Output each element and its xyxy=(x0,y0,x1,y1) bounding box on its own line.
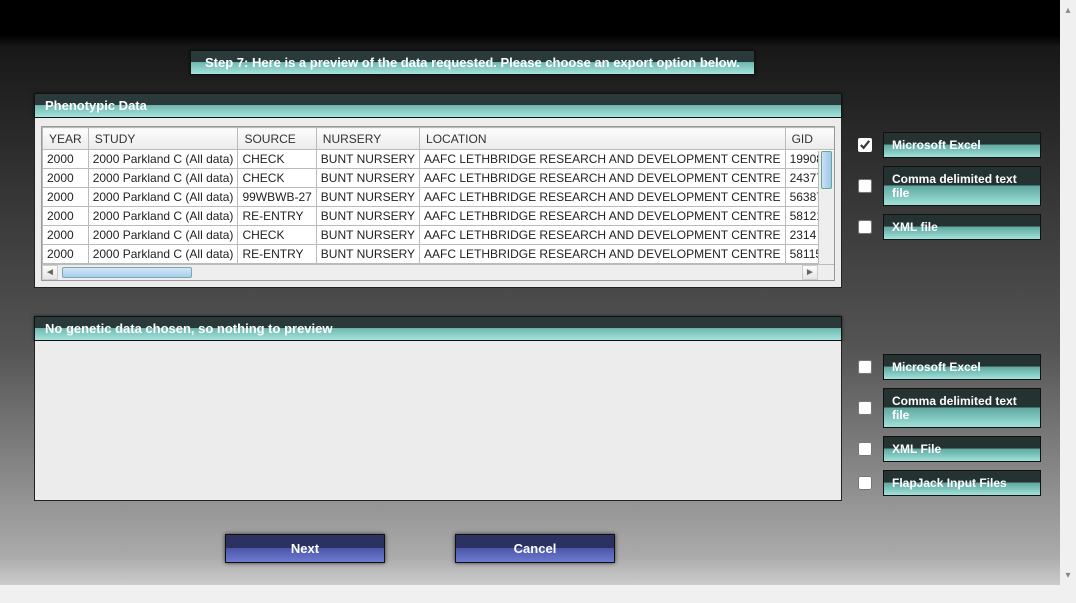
cell-location: AAFC LETHBRIDGE RESEARCH AND DEVELOPMENT… xyxy=(420,188,786,207)
export-checkbox[interactable] xyxy=(858,220,872,234)
cell-source: CHECK xyxy=(238,169,316,188)
table-row[interactable]: 20002000 Parkland C (All data)RE-ENTRYBU… xyxy=(43,207,836,226)
table-row[interactable]: 20002000 Parkland C (All data)99WBWB-27B… xyxy=(43,188,836,207)
export-label: Comma delimited text file xyxy=(883,388,1041,428)
cell-nursery: BUNT NURSERY xyxy=(316,169,419,188)
hscroll-left-icon[interactable]: ◄ xyxy=(42,265,58,280)
cell-location: AAFC LETHBRIDGE RESEARCH AND DEVELOPMENT… xyxy=(420,226,786,245)
export-label: XML File xyxy=(883,436,1041,462)
cell-nursery: BUNT NURSERY xyxy=(316,245,419,264)
genetic-header: No genetic data chosen, so nothing to pr… xyxy=(34,316,842,341)
export-options-phenotypic: Microsoft Excel Comma delimited text file… xyxy=(854,132,1041,240)
export-label: Microsoft Excel xyxy=(883,132,1041,158)
cell-study: 2000 Parkland C (All data) xyxy=(88,188,238,207)
export-checkbox[interactable] xyxy=(858,401,872,415)
column-header[interactable]: LOCATION xyxy=(420,128,786,150)
scroll-up-icon[interactable]: ▴ xyxy=(1061,2,1075,18)
export-option: XML file xyxy=(854,214,1041,240)
cell-location: AAFC LETHBRIDGE RESEARCH AND DEVELOPMENT… xyxy=(420,169,786,188)
wizard-buttons: Next Cancel xyxy=(0,534,840,563)
cell-year: 2000 xyxy=(43,207,89,226)
cell-source: CHECK xyxy=(238,150,316,169)
export-label: FlapJack Input Files xyxy=(883,470,1041,496)
app-window: Step 7: Here is a preview of the data re… xyxy=(0,0,1076,603)
cell-source: CHECK xyxy=(238,226,316,245)
genetic-body-empty xyxy=(34,341,842,501)
table-row[interactable]: 20002000 Parkland C (All data)CHECKBUNT … xyxy=(43,226,836,245)
table-row[interactable]: 20002000 Parkland C (All data)CHECKBUNT … xyxy=(43,150,836,169)
cell-nursery: BUNT NURSERY xyxy=(316,226,419,245)
cell-source: 99WBWB-27 xyxy=(238,188,316,207)
cell-year: 2000 xyxy=(43,188,89,207)
cell-year: 2000 xyxy=(43,245,89,264)
cell-study: 2000 Parkland C (All data) xyxy=(88,169,238,188)
export-option: Microsoft Excel xyxy=(854,354,1041,380)
grid-vscroll-thumb[interactable] xyxy=(821,151,832,189)
cell-location: AAFC LETHBRIDGE RESEARCH AND DEVELOPMENT… xyxy=(420,245,786,264)
cell-nursery: BUNT NURSERY xyxy=(316,188,419,207)
grid-hscroll[interactable]: ◄ ► xyxy=(42,264,834,280)
phenotypic-grid[interactable]: YEARSTUDYSOURCENURSERYLOCATIONGID 200020… xyxy=(41,126,835,281)
export-option: FlapJack Input Files xyxy=(854,470,1041,496)
export-checkbox[interactable] xyxy=(858,442,872,456)
export-checkbox[interactable] xyxy=(858,138,872,152)
cell-nursery: BUNT NURSERY xyxy=(316,150,419,169)
cancel-button[interactable]: Cancel xyxy=(455,534,615,563)
export-label: Comma delimited text file xyxy=(883,166,1041,206)
column-header[interactable]: STUDY xyxy=(88,128,238,150)
export-checkbox[interactable] xyxy=(858,476,872,490)
cell-source: RE-ENTRY xyxy=(238,245,316,264)
next-button[interactable]: Next xyxy=(225,534,385,563)
export-option: XML File xyxy=(854,436,1041,462)
scroll-down-icon[interactable]: ▾ xyxy=(1061,567,1075,583)
export-checkbox[interactable] xyxy=(858,179,872,193)
cell-year: 2000 xyxy=(43,226,89,245)
export-option: Comma delimited text file xyxy=(854,166,1041,206)
cell-year: 2000 xyxy=(43,169,89,188)
export-label: XML file xyxy=(883,214,1041,240)
grid-hscroll-thumb[interactable] xyxy=(62,267,192,278)
column-header[interactable]: YEAR xyxy=(43,128,89,150)
grid-vscroll[interactable] xyxy=(818,151,834,264)
genetic-panel: No genetic data chosen, so nothing to pr… xyxy=(34,316,842,501)
phenotypic-panel: Phenotypic Data YEARSTUDYSOURCENURSERYLO… xyxy=(34,93,842,288)
column-header[interactable]: SOURCE xyxy=(238,128,316,150)
column-header[interactable]: GID xyxy=(785,128,835,150)
table-row[interactable]: 20002000 Parkland C (All data)RE-ENTRYBU… xyxy=(43,245,836,264)
phenotypic-header: Phenotypic Data xyxy=(34,93,842,118)
cell-study: 2000 Parkland C (All data) xyxy=(88,245,238,264)
cell-study: 2000 Parkland C (All data) xyxy=(88,226,238,245)
column-header[interactable]: NURSERY xyxy=(316,128,419,150)
export-option: Microsoft Excel xyxy=(854,132,1041,158)
cell-year: 2000 xyxy=(43,150,89,169)
export-option: Comma delimited text file xyxy=(854,388,1041,428)
cell-nursery: BUNT NURSERY xyxy=(316,207,419,226)
export-label: Microsoft Excel xyxy=(883,354,1041,380)
cell-source: RE-ENTRY xyxy=(238,207,316,226)
export-options-genetic: Microsoft Excel Comma delimited text file… xyxy=(854,354,1041,496)
hscroll-right-icon[interactable]: ► xyxy=(802,265,818,280)
window-vscroll[interactable]: ▴ ▾ xyxy=(1061,2,1075,583)
cell-location: AAFC LETHBRIDGE RESEARCH AND DEVELOPMENT… xyxy=(420,207,786,226)
table-row[interactable]: 20002000 Parkland C (All data)CHECKBUNT … xyxy=(43,169,836,188)
step-banner: Step 7: Here is a preview of the data re… xyxy=(190,50,755,75)
export-checkbox[interactable] xyxy=(858,360,872,374)
cell-study: 2000 Parkland C (All data) xyxy=(88,150,238,169)
cell-study: 2000 Parkland C (All data) xyxy=(88,207,238,226)
cell-location: AAFC LETHBRIDGE RESEARCH AND DEVELOPMENT… xyxy=(420,150,786,169)
